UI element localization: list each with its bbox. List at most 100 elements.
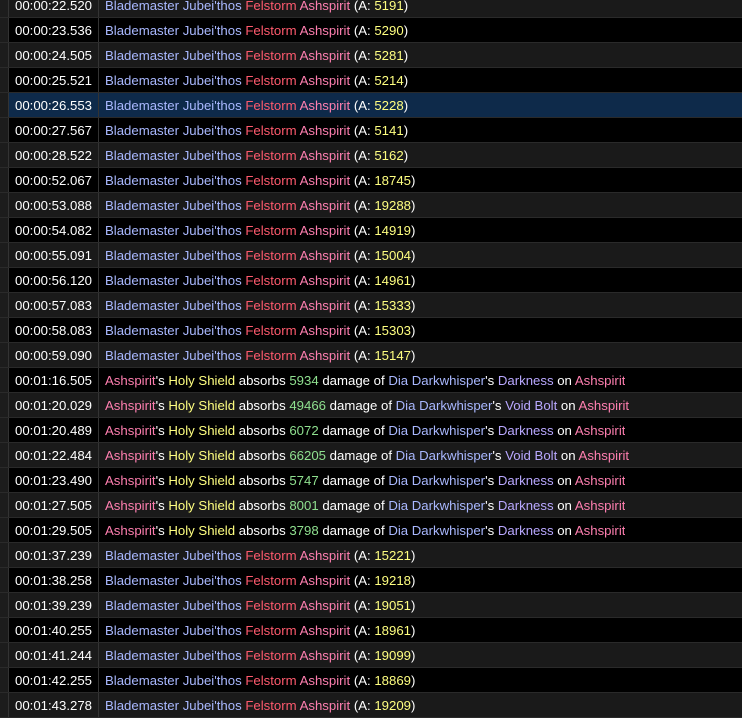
row-gutter [0,518,9,542]
log-row[interactable]: 00:00:54.082 Blademaster Jubei'thos Felst… [0,218,742,243]
log-row[interactable]: 00:00:27.567 Blademaster Jubei'thos Felst… [0,118,742,143]
log-row[interactable]: 00:01:41.244 Blademaster Jubei'thos Felst… [0,643,742,668]
event-text-segment: Ashspirit [578,448,630,463]
event-text-segment: ) [411,623,416,638]
event-text-segment: 18961 [374,623,412,638]
event-text-segment: 5934 [289,373,319,388]
log-row[interactable]: 00:00:53.088 Blademaster Jubei'thos Felst… [0,193,742,218]
event-cell: Blademaster Jubei'thos Felstorm Ashspiri… [99,168,415,192]
row-gutter [0,618,9,642]
log-row[interactable]: 00:01:22.484 Ashspirit's Holy Shield abso… [0,443,742,468]
event-text-segment: 14961 [374,273,412,288]
log-row[interactable]: 00:00:24.505 Blademaster Jubei'thos Felst… [0,43,742,68]
event-text-segment: Felstorm [245,323,297,338]
event-text-segment: 15333 [374,298,412,313]
event-text-segment: Darkness [497,473,554,488]
log-row[interactable]: 00:00:25.521 Blademaster Jubei'thos Felst… [0,68,742,93]
row-gutter [0,343,9,367]
event-text-segment: Blademaster Jubei'thos [105,98,242,113]
event-text-segment: 8001 [289,498,319,513]
log-row[interactable]: 00:01:38.258 Blademaster Jubei'thos Felst… [0,568,742,593]
log-row[interactable]: 00:01:42.255 Blademaster Jubei'thos Felst… [0,668,742,693]
log-row[interactable]: 00:01:39.239 Blademaster Jubei'thos Felst… [0,593,742,618]
event-text-segment: (A: [350,0,375,13]
event-text-segment: Ashspirit [299,673,351,688]
event-text-segment: on [557,398,579,413]
event-text-segment: ) [403,0,409,13]
log-row[interactable]: 00:01:20.029 Ashspirit's Holy Shield abso… [0,393,742,418]
event-cell: Blademaster Jubei'thos Felstorm Ashspiri… [99,618,415,642]
event-text-segment: 49466 [289,398,326,413]
event-text-segment: Ashspirit [299,348,351,363]
log-row[interactable]: 00:00:55.091 Blademaster Jubei'thos Felst… [0,243,742,268]
event-text-segment: (A: [350,173,375,188]
event-text-segment: (A: [350,573,375,588]
log-row[interactable]: 00:01:16.505 Ashspirit's Holy Shield abso… [0,368,742,393]
event-text-segment: Dia Darkwhisper [388,498,486,513]
log-row[interactable]: 00:01:37.239 Blademaster Jubei'thos Felst… [0,543,742,568]
event-text-segment: 5214 [374,73,404,88]
event-text-segment: Ashspirit [578,398,630,413]
timestamp-cell: 00:00:22.520 [9,0,99,17]
event-text-segment: Felstorm [245,48,297,63]
event-text-segment: Felstorm [245,298,297,313]
event-text-segment: (A: [350,548,375,563]
log-row[interactable]: 00:01:29.505 Ashspirit's Holy Shield abso… [0,518,742,543]
timestamp-cell: 00:00:59.090 [9,343,99,367]
event-text-segment: Blademaster Jubei'thos [105,123,242,138]
event-text-segment: Blademaster Jubei'thos [105,73,242,88]
event-text-segment: 's [485,423,498,438]
event-text-segment: 's [155,498,169,513]
event-text-segment: ) [411,648,416,663]
event-text-segment: 5228 [374,98,404,113]
event-text-segment: absorbs [235,523,290,538]
event-text-segment: on [553,423,575,438]
event-cell: Ashspirit's Holy Shield absorbs 5747 dam… [99,468,625,492]
log-row[interactable]: 00:00:22.520 Blademaster Jubei'thos Felst… [0,0,742,18]
log-row[interactable]: 00:01:20.489 Ashspirit's Holy Shield abso… [0,418,742,443]
combat-log-view[interactable]: 00:00:22.520 Blademaster Jubei'thos Felst… [0,0,742,718]
event-text-segment: Ashspirit [574,498,626,513]
event-text-segment: Darkness [497,373,554,388]
log-row[interactable]: 00:00:59.090 Blademaster Jubei'thos Felst… [0,343,742,368]
event-text-segment: 5747 [289,473,319,488]
event-text-segment: on [553,473,575,488]
event-text-segment: 5281 [374,48,404,63]
event-text-segment: Dia Darkwhisper [388,523,486,538]
event-cell: Blademaster Jubei'thos Felstorm Ashspiri… [99,568,415,592]
timestamp-cell: 00:01:16.505 [9,368,99,392]
log-row[interactable]: 00:01:23.490 Ashspirit's Holy Shield abso… [0,468,742,493]
event-text-segment: Felstorm [245,248,297,263]
timestamp-cell: 00:01:20.489 [9,418,99,442]
event-text-segment: Felstorm [245,23,297,38]
row-gutter [0,593,9,617]
log-row[interactable]: 00:00:58.083 Blademaster Jubei'thos Felst… [0,318,742,343]
event-text-segment: 19099 [374,648,412,663]
event-text-segment: 19051 [374,598,412,613]
log-row[interactable]: 00:00:57.083 Blademaster Jubei'thos Felst… [0,293,742,318]
log-row[interactable]: 00:00:56.120 Blademaster Jubei'thos Felst… [0,268,742,293]
log-row[interactable]: 00:00:52.067 Blademaster Jubei'thos Felst… [0,168,742,193]
event-text-segment: damage of [318,423,389,438]
log-row[interactable]: 00:01:43.278 Blademaster Jubei'thos Felst… [0,693,742,718]
log-row[interactable]: 00:01:40.255 Blademaster Jubei'thos Felst… [0,618,742,643]
row-gutter [0,93,9,117]
event-text-segment: Felstorm [245,73,297,88]
event-text-segment: (A: [350,123,375,138]
event-text-segment: Ashspirit [299,48,351,63]
event-text-segment: Felstorm [245,273,297,288]
event-text-segment: Darkness [497,498,554,513]
event-text-segment: (A: [350,623,375,638]
event-text-segment: Ashspirit [105,498,156,513]
log-row[interactable]: 00:01:27.505 Ashspirit's Holy Shield abso… [0,493,742,518]
event-text-segment: 14919 [374,223,412,238]
event-text-segment: Felstorm [245,198,297,213]
log-row[interactable]: 00:00:23.536 Blademaster Jubei'thos Felst… [0,18,742,43]
log-row[interactable]: 00:00:28.522 Blademaster Jubei'thos Felst… [0,143,742,168]
event-text-segment: 15221 [374,548,412,563]
event-text-segment: Ashspirit [299,23,351,38]
event-text-segment: 's [492,398,506,413]
row-gutter [0,293,9,317]
event-text-segment: (A: [350,673,375,688]
log-row-selected[interactable]: 00:00:26.553 Blademaster Jubei'thos Felst… [0,93,742,118]
